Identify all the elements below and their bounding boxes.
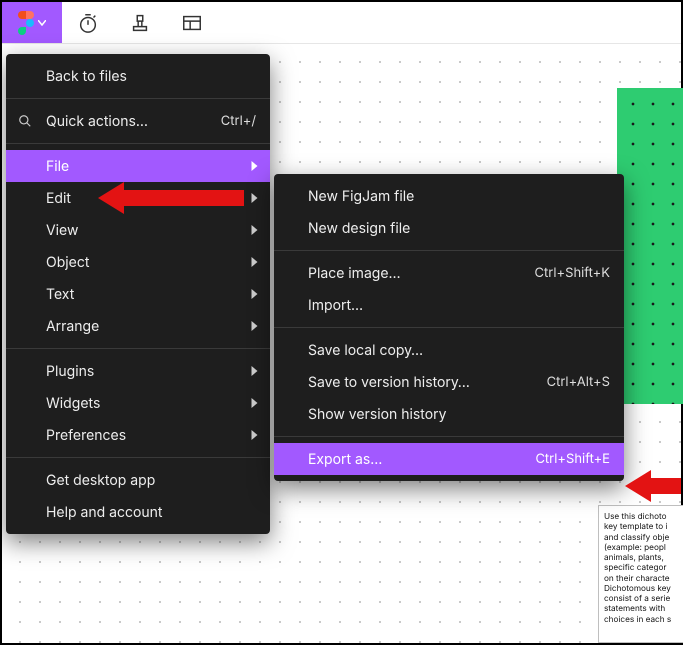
- menu-item-label: Back to files: [46, 68, 127, 85]
- submenu-item-import[interactable]: Import…: [274, 289, 624, 321]
- menu-shortcut: Ctrl+/: [221, 113, 256, 129]
- menu-separator: [6, 98, 270, 99]
- chevron-right-icon: [251, 398, 258, 408]
- menu-separator: [6, 348, 270, 349]
- menu-shortcut: Ctrl+Shift+K: [535, 265, 610, 281]
- menu-separator: [6, 457, 270, 458]
- submenu-item-new-figjam[interactable]: New FigJam file: [274, 180, 624, 212]
- submenu-item-place-image[interactable]: Place image… Ctrl+Shift+K: [274, 257, 624, 289]
- chevron-right-icon: [251, 225, 258, 235]
- menu-shortcut: Ctrl+Alt+S: [547, 374, 610, 390]
- chevron-right-icon: [251, 289, 258, 299]
- menu-item-label: Arrange: [46, 318, 99, 335]
- menu-item-label: Export as…: [308, 451, 382, 468]
- menu-item-label: Show version history: [308, 406, 446, 423]
- menu-item-edit[interactable]: Edit: [6, 182, 270, 214]
- menu-item-arrange[interactable]: Arrange: [6, 310, 270, 342]
- menu-item-widgets[interactable]: Widgets: [6, 387, 270, 419]
- menu-item-label: Place image…: [308, 265, 401, 282]
- menu-separator: [6, 143, 270, 144]
- menu-item-label: Text: [46, 286, 74, 303]
- menu-item-help[interactable]: Help and account: [6, 496, 270, 528]
- menu-separator: [274, 250, 624, 251]
- timer-tool-button[interactable]: [62, 2, 114, 43]
- menu-item-text[interactable]: Text: [6, 278, 270, 310]
- menu-item-plugins[interactable]: Plugins: [6, 355, 270, 387]
- menu-item-label: Plugins: [46, 363, 94, 380]
- menu-item-label: Object: [46, 254, 89, 271]
- toolbar: [2, 2, 681, 44]
- submenu-item-export[interactable]: Export as… Ctrl+Shift+E: [274, 443, 624, 475]
- chevron-right-icon: [251, 257, 258, 267]
- menu-item-label: New design file: [308, 220, 410, 237]
- menu-item-label: Get desktop app: [46, 472, 155, 489]
- submenu-item-show-history[interactable]: Show version history: [274, 398, 624, 430]
- menu-item-preferences[interactable]: Preferences: [6, 419, 270, 451]
- note-text: Use this dichoto key template to i and c…: [604, 511, 671, 624]
- menu-item-label: View: [46, 222, 78, 239]
- menu-item-file[interactable]: File: [6, 150, 270, 182]
- menu-item-quick-actions[interactable]: Quick actions… Ctrl+/: [6, 105, 270, 137]
- menu-item-label: New FigJam file: [308, 188, 414, 205]
- menu-separator: [274, 327, 624, 328]
- menu-item-label: Widgets: [46, 395, 100, 412]
- menu-item-back[interactable]: Back to files: [6, 60, 270, 92]
- chevron-right-icon: [251, 193, 258, 203]
- table-icon: [181, 12, 203, 34]
- menu-item-label: Edit: [46, 190, 71, 207]
- menu-item-desktop[interactable]: Get desktop app: [6, 464, 270, 496]
- menu-shortcut: Ctrl+Shift+E: [535, 451, 610, 467]
- table-tool-button[interactable]: [166, 2, 218, 43]
- submenu-item-save-version[interactable]: Save to version history… Ctrl+Alt+S: [274, 366, 624, 398]
- menu-item-view[interactable]: View: [6, 214, 270, 246]
- chevron-right-icon: [251, 430, 258, 440]
- menu-item-label: File: [46, 158, 69, 175]
- menu-item-label: Import…: [308, 297, 363, 314]
- main-menu: Back to files Quick actions… Ctrl+/ File…: [6, 54, 270, 534]
- chevron-down-icon: [38, 20, 46, 26]
- canvas-note-card[interactable]: Use this dichoto key template to i and c…: [598, 505, 683, 643]
- search-icon: [18, 114, 32, 128]
- submenu-item-save-local[interactable]: Save local copy…: [274, 334, 624, 366]
- stamp-tool-button[interactable]: [114, 2, 166, 43]
- menu-item-label: Preferences: [46, 427, 126, 444]
- menu-item-label: Help and account: [46, 504, 163, 521]
- figma-logo-icon: [18, 11, 34, 35]
- canvas-green-block[interactable]: [617, 88, 683, 404]
- chevron-right-icon: [251, 366, 258, 376]
- chevron-right-icon: [251, 161, 258, 171]
- stamp-icon: [129, 12, 151, 34]
- menu-item-object[interactable]: Object: [6, 246, 270, 278]
- file-submenu: New FigJam file New design file Place im…: [274, 174, 624, 481]
- chevron-right-icon: [251, 321, 258, 331]
- menu-item-label: Quick actions…: [46, 113, 148, 130]
- menu-item-label: Save to version history…: [308, 374, 470, 391]
- menu-separator: [274, 436, 624, 437]
- timer-icon: [77, 12, 99, 34]
- menu-item-label: Save local copy…: [308, 342, 423, 359]
- main-menu-button[interactable]: [2, 2, 62, 43]
- submenu-item-new-design[interactable]: New design file: [274, 212, 624, 244]
